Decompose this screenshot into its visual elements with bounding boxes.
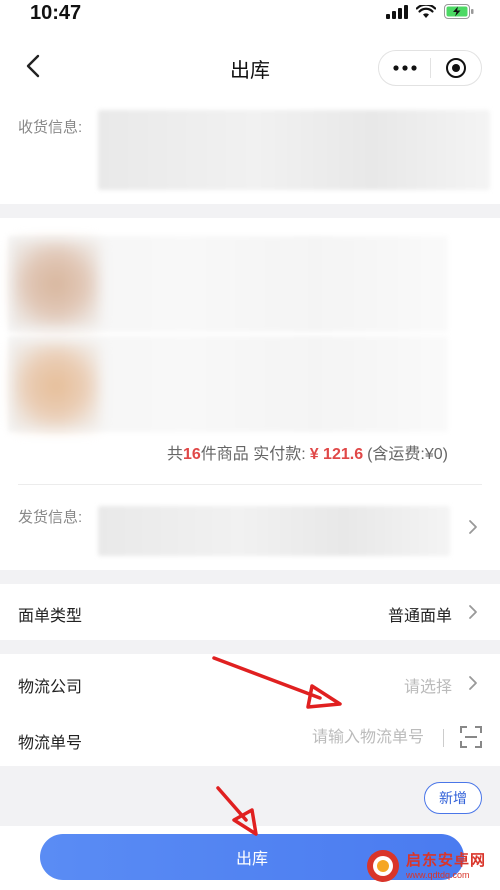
watermark-name: 启东安卓网 [406, 851, 487, 869]
tracking-number-input[interactable] [254, 726, 424, 750]
ship-info-redacted [98, 506, 450, 556]
item-count: 16 [183, 446, 201, 463]
summary-prefix: 共 [166, 446, 183, 463]
logistics-company-label: 物流公司 [18, 679, 83, 696]
battery-charging-icon [444, 4, 474, 19]
add-button[interactable]: 新增 [424, 782, 482, 814]
receive-info-label: 收货信息: [18, 119, 83, 136]
ship-info-label: 发货信息: [18, 509, 83, 526]
goods-card: 共16件商品 实付款: ¥ 121.6 (含运费:¥0) 发货信息: [0, 218, 500, 570]
status-icons [386, 4, 474, 19]
logistics-section: 物流公司 请选择 物流单号 [0, 654, 500, 766]
chevron-right-icon [469, 605, 477, 619]
paid-amount: ¥ 121.6 [309, 446, 364, 463]
order-summary: 共16件商品 实付款: ¥ 121.6 (含运费:¥0) [167, 440, 448, 464]
chevron-right-icon [469, 676, 477, 690]
chevron-right-icon[interactable] [466, 519, 480, 535]
close-miniprogram-button[interactable] [431, 50, 481, 86]
watermark-logo-icon [367, 850, 399, 882]
signal-icon [386, 4, 408, 19]
target-close-icon [445, 58, 466, 78]
waybill-type-label: 面单类型 [18, 608, 83, 625]
shipping-fee: (含运费:¥0) [367, 446, 448, 463]
watermark: 启东安卓网 www.qdtdq.com [366, 846, 494, 886]
divider [18, 484, 482, 485]
more-dots-icon [392, 65, 417, 71]
logistics-company-placeholder: 请选择 [403, 679, 452, 696]
status-bar: 10:47 [0, 0, 500, 28]
more-button[interactable] [379, 50, 430, 86]
tracking-number-label: 物流单号 [18, 735, 83, 752]
wifi-icon [416, 4, 436, 18]
receive-info-redacted [98, 110, 490, 190]
miniprogram-capsule [378, 50, 482, 86]
scan-icon[interactable] [460, 726, 482, 748]
input-divider [443, 729, 444, 747]
product-row-redacted [8, 236, 448, 332]
receive-info-card: 收货信息: [0, 100, 500, 204]
logistics-company-row[interactable]: 物流公司 请选择 [0, 654, 500, 710]
product-row-redacted [8, 336, 448, 432]
watermark-url: www.qdtdq.com [406, 869, 470, 880]
summary-unit-text: 件商品 实付款: [200, 446, 306, 463]
nav-bar: 出库 [0, 28, 500, 100]
waybill-type-value: 普通面单 [387, 608, 452, 625]
status-time: 10:47 [30, 2, 82, 24]
waybill-type-row[interactable]: 面单类型 普通面单 [0, 584, 500, 640]
